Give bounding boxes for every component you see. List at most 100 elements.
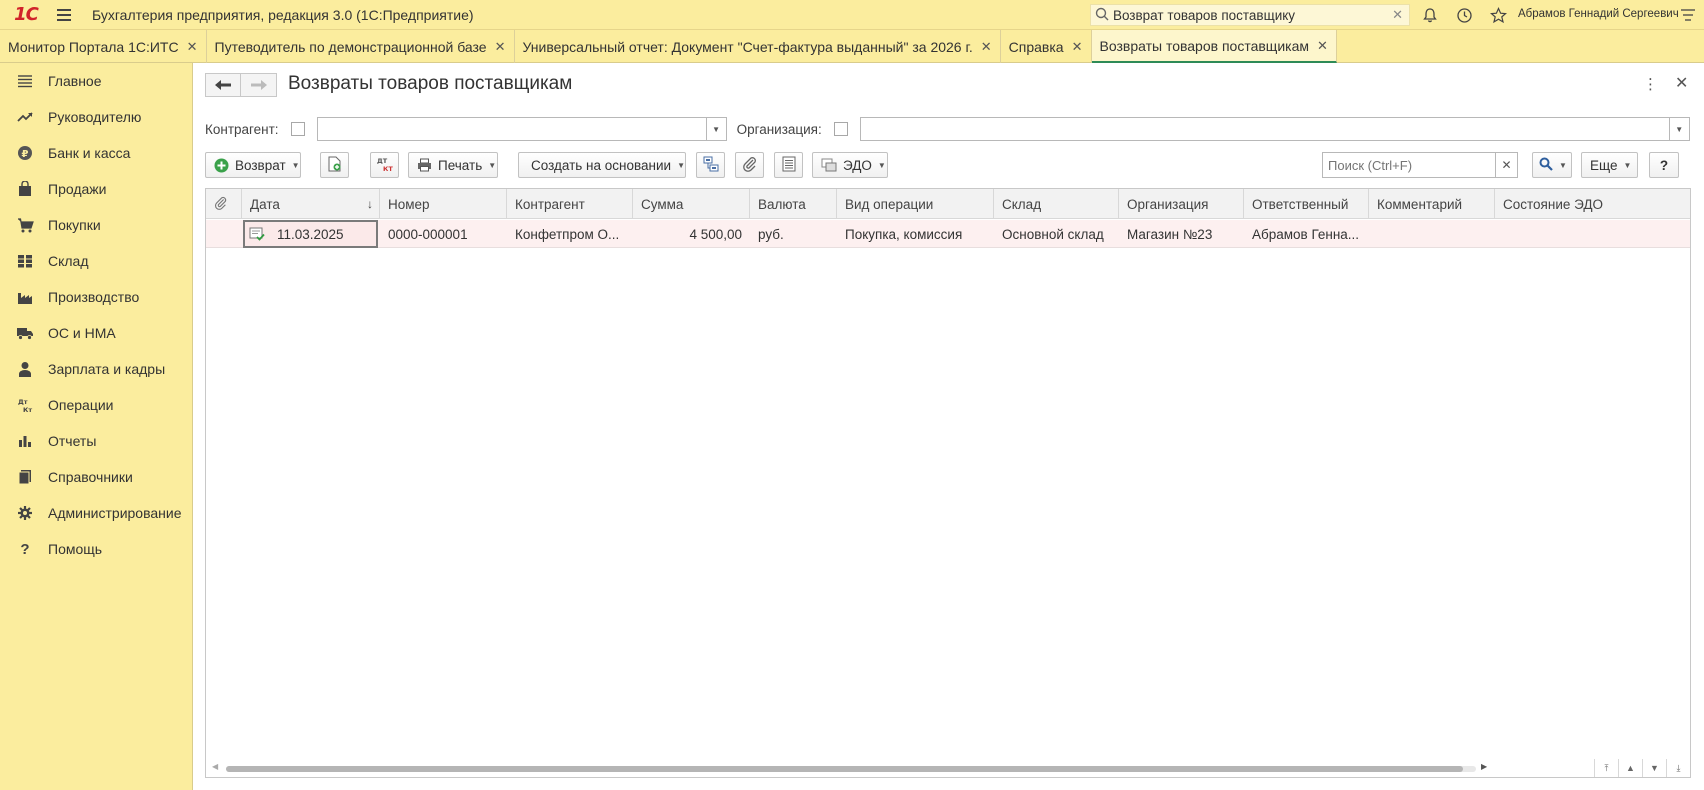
trend-icon bbox=[16, 108, 34, 126]
tab-help[interactable]: Справка ✕ bbox=[1001, 30, 1092, 63]
global-search-input[interactable] bbox=[1112, 7, 1393, 23]
sidebar-item-payroll[interactable]: Зарплата и кадры bbox=[0, 351, 192, 387]
clear-search-icon[interactable]: ✕ bbox=[1495, 153, 1517, 177]
user-name[interactable]: Абрамов Геннадий Сергеевич bbox=[1518, 8, 1679, 20]
page-down-icon[interactable]: ▼ bbox=[1642, 759, 1666, 777]
close-icon[interactable]: ✕ bbox=[1072, 39, 1083, 55]
back-button[interactable] bbox=[205, 73, 241, 97]
warehouse-cell: Основной склад bbox=[1002, 226, 1104, 242]
history-icon[interactable] bbox=[1454, 5, 1474, 25]
person-icon bbox=[16, 360, 34, 378]
tab-demo-guide[interactable]: Путеводитель по демонстрационной базе ✕ bbox=[207, 30, 515, 63]
scroll-to-top-icon[interactable]: ⤒ bbox=[1594, 759, 1618, 777]
scroll-thumb[interactable] bbox=[226, 766, 1463, 772]
create-return-button[interactable]: Возврат ▼ bbox=[205, 152, 301, 178]
sidebar-item-sales[interactable]: Продажи bbox=[0, 171, 192, 207]
column-header-currency[interactable]: Валюта bbox=[750, 189, 837, 219]
clear-search-icon[interactable]: ✕ bbox=[1392, 7, 1403, 23]
command-bar: Возврат ▼ ДТ КТ Печать ▼ Создать на основан… bbox=[205, 152, 1691, 178]
sidebar-item-fixed-assets[interactable]: ОС и НМА bbox=[0, 315, 192, 351]
create-based-on-button[interactable]: Создать на основании ▼ bbox=[518, 152, 686, 178]
user-settings-icon[interactable] bbox=[1680, 7, 1696, 26]
app-title: Бухгалтерия предприятия, редакция 3.0 (1… bbox=[92, 6, 474, 23]
attachments-column-header[interactable] bbox=[206, 189, 242, 219]
cart-icon bbox=[16, 216, 34, 234]
sidebar-item-warehouse[interactable]: Склад bbox=[0, 243, 192, 279]
organization-filter-label: Организация: bbox=[736, 121, 822, 137]
organization-filter-field[interactable]: ▼ bbox=[859, 117, 1690, 141]
column-header-counterparty[interactable]: Контрагент bbox=[507, 189, 633, 219]
1c-logo[interactable]: 1С bbox=[6, 0, 46, 30]
documents-table[interactable]: Дата ↓ Номер Контрагент Сумма Валюта Вид… bbox=[205, 188, 1691, 778]
sidebar-item-operations[interactable]: Дт Кт Операции bbox=[0, 387, 192, 423]
chevron-down-icon[interactable]: ▼ bbox=[705, 118, 726, 140]
operation-cell: Покупка, комиссия bbox=[845, 226, 963, 242]
dt-kt-posting-button[interactable]: ДТ КТ bbox=[370, 152, 399, 178]
counterparty-filter-checkbox[interactable] bbox=[290, 122, 305, 136]
favorites-star-icon[interactable] bbox=[1488, 5, 1508, 25]
attachments-button[interactable] bbox=[735, 152, 764, 178]
organization-filter-checkbox[interactable] bbox=[833, 122, 848, 136]
sidebar-item-reports[interactable]: Отчеты bbox=[0, 423, 192, 459]
advanced-search-button[interactable]: ▼ bbox=[1532, 152, 1572, 178]
list-search-input[interactable] bbox=[1323, 157, 1493, 173]
table-row[interactable]: 11.03.2025 0000-000001 Конфетпром О... 4… bbox=[206, 220, 1690, 248]
column-header-number[interactable]: Номер bbox=[380, 189, 507, 219]
close-icon[interactable]: ✕ bbox=[187, 39, 198, 55]
close-form-icon[interactable]: ✕ bbox=[1675, 73, 1688, 93]
print-button[interactable]: Печать ▼ bbox=[408, 152, 498, 178]
close-icon[interactable]: ✕ bbox=[495, 39, 506, 55]
sidebar-item-bank[interactable]: ₽ Банк и касса bbox=[0, 135, 192, 171]
scroll-to-bottom-icon[interactable]: ⤓ bbox=[1666, 759, 1690, 777]
chevron-down-icon[interactable]: ▼ bbox=[1668, 118, 1689, 140]
printer-icon bbox=[417, 157, 432, 173]
more-button[interactable]: Еще ▼ bbox=[1581, 152, 1638, 178]
column-header-sum[interactable]: Сумма bbox=[633, 189, 750, 219]
counterparty-filter-field[interactable]: ▼ bbox=[316, 117, 727, 141]
sidebar-item-catalogs[interactable]: Справочники bbox=[0, 459, 192, 495]
sidebar-item-main[interactable]: Главное bbox=[0, 63, 192, 99]
horizontal-scrollbar[interactable]: ◀ ▶ ⤒ ▲ ▼ ⤓ bbox=[206, 759, 1690, 777]
sidebar-item-administration[interactable]: Администрирование bbox=[0, 495, 192, 531]
column-header-responsible[interactable]: Ответственный bbox=[1244, 189, 1369, 219]
main-menu-icon[interactable] bbox=[52, 0, 78, 30]
books-icon bbox=[16, 468, 34, 486]
scroll-left-icon[interactable]: ◀ bbox=[212, 762, 218, 771]
bell-icon[interactable] bbox=[1420, 5, 1440, 25]
help-button[interactable]: ? bbox=[1649, 152, 1679, 178]
tab-supplier-returns[interactable]: Возвраты товаров поставщикам ✕ bbox=[1091, 30, 1337, 63]
sidebar-item-manager[interactable]: Руководителю bbox=[0, 99, 192, 135]
page-up-icon[interactable]: ▲ bbox=[1618, 759, 1642, 777]
sidebar-item-production[interactable]: Производство bbox=[0, 279, 192, 315]
column-header-organization[interactable]: Организация bbox=[1119, 189, 1244, 219]
scroll-right-icon[interactable]: ▶ bbox=[1481, 762, 1487, 771]
sidebar-item-purchases[interactable]: Покупки bbox=[0, 207, 192, 243]
tab-universal-report[interactable]: Универсальный отчет: Документ "Счет-факт… bbox=[515, 30, 1001, 63]
date-cell[interactable]: 11.03.2025 bbox=[243, 220, 378, 248]
column-header-edo-state[interactable]: Состояние ЭДО bbox=[1495, 189, 1690, 219]
dt-kt-icon: ДТ КТ bbox=[376, 156, 394, 175]
chevron-down-icon: ▼ bbox=[1623, 160, 1632, 170]
structure-button[interactable] bbox=[696, 152, 725, 178]
structure-icon bbox=[703, 156, 719, 175]
close-icon[interactable]: ✕ bbox=[1317, 38, 1328, 54]
global-search-field[interactable]: ✕ bbox=[1090, 4, 1410, 26]
register-button[interactable] bbox=[774, 152, 803, 178]
sidebar-item-help[interactable]: ? Помощь bbox=[0, 531, 192, 567]
tab-its-monitor[interactable]: Монитор Портала 1С:ИТС ✕ bbox=[0, 30, 207, 63]
form-area: Возвраты товаров поставщикам ⋮ ✕ Контраг… bbox=[193, 63, 1704, 790]
column-header-comment[interactable]: Комментарий bbox=[1369, 189, 1495, 219]
more-actions-icon[interactable]: ⋮ bbox=[1643, 75, 1658, 93]
search-icon bbox=[1539, 157, 1553, 174]
factory-icon bbox=[16, 288, 34, 306]
forward-button[interactable] bbox=[241, 73, 277, 97]
close-icon[interactable]: ✕ bbox=[981, 39, 992, 55]
question-icon: ? bbox=[20, 540, 30, 558]
edo-button[interactable]: ЭДО ▼ bbox=[812, 152, 888, 178]
copy-document-button[interactable] bbox=[320, 152, 349, 178]
column-header-operation[interactable]: Вид операции bbox=[837, 189, 994, 219]
column-header-warehouse[interactable]: Склад bbox=[994, 189, 1119, 219]
list-search-field[interactable]: ✕ bbox=[1322, 152, 1518, 178]
copy-document-icon bbox=[327, 156, 342, 175]
column-header-date[interactable]: Дата ↓ bbox=[242, 189, 380, 219]
